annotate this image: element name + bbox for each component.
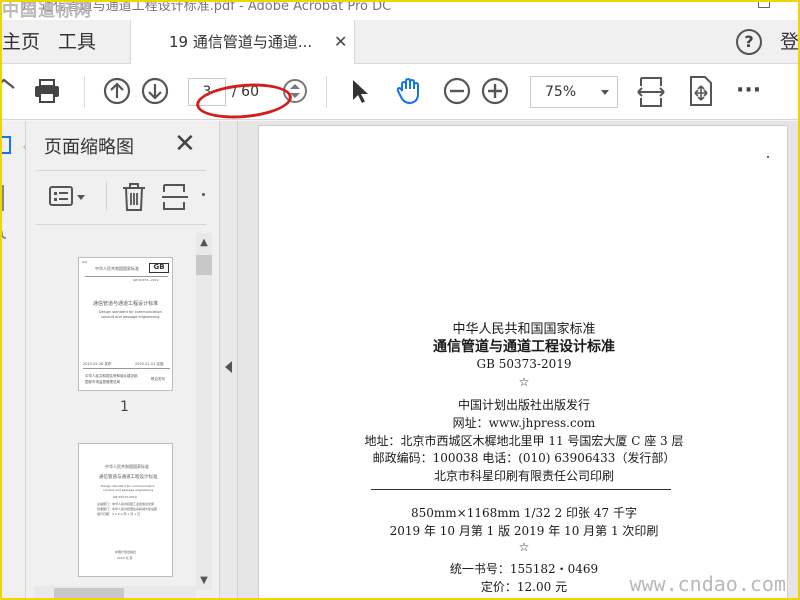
watermark-top: 中国道标网: [2, 1, 92, 21]
page-thumbnails-icon[interactable]: [0, 133, 14, 157]
page-thumbnail-1[interactable]: ICS 中华人民共和国国家标准 GB GB 50373—2019 通信管道与通道…: [78, 257, 173, 391]
star-icon: ☆: [518, 540, 530, 554]
thumb-text: 中国计划出版社: [115, 550, 137, 554]
toolbar-separator: [106, 181, 107, 211]
extract-page-icon[interactable]: [160, 181, 190, 213]
full-screen-icon[interactable]: [686, 74, 716, 110]
thumb-text: 中华人民共和国国家标准: [105, 464, 149, 469]
thumb-text: 中华人民共和国国家标准: [95, 266, 139, 271]
thumb-text: 中华人民共和国住房和城乡建设部: [85, 374, 138, 378]
thumb-text: ICS: [82, 260, 87, 264]
collapse-panel-handle[interactable]: [220, 121, 238, 600]
toolbar: 3 / 60 75% ···: [0, 64, 800, 120]
login-button[interactable]: 登: [780, 20, 799, 64]
thumb-text: Design standard for communication: [99, 310, 162, 314]
page-thumbnail-1-number: 1: [120, 399, 129, 415]
thumb-text: 通信管道与通道工程设计标准: [93, 301, 159, 307]
scroll-up-icon[interactable]: ▲: [196, 235, 212, 251]
divider: [36, 170, 206, 171]
doc-format: 850mm×1168mm 1/32 2 印张 47 千字: [411, 506, 637, 520]
thumb-text: 2019 北 京: [117, 556, 133, 560]
chevron-down-icon: [601, 90, 609, 95]
thumb-text: 2019-05-28 发布: [83, 362, 112, 366]
doc-standard-type: 中华人民共和国国家标准: [452, 322, 596, 337]
doc-rule: [371, 489, 671, 490]
star-icon: ☆: [518, 375, 530, 389]
page-thumbnail-2[interactable]: 中华人民共和国国家标准 通信管道与通道工程设计标准 Design standar…: [78, 443, 173, 577]
save-icon[interactable]: [0, 76, 20, 106]
scroll-down-icon[interactable]: ▼: [196, 573, 212, 589]
tab-tools[interactable]: 工具: [58, 20, 96, 64]
previous-page-icon[interactable]: [102, 76, 132, 106]
thumb-text: 通信管道与通道工程设计标准: [99, 475, 158, 480]
toolbar-separator: [84, 76, 85, 108]
zoom-select[interactable]: 75%: [530, 76, 618, 108]
thumb-text: 2020-01-01 实施: [135, 362, 164, 366]
thumb-text: 批准部门：中华人民共和国住房和城乡建设部: [97, 507, 158, 511]
more-options-icon[interactable]: ···: [736, 76, 761, 106]
document-viewport[interactable]: 中华人民共和国国家标准 通信管道与通道工程设计标准 GB 50373-2019 …: [238, 121, 800, 600]
document-page: 中华人民共和国国家标准 通信管道与通道工程设计标准 GB 50373-2019 …: [258, 125, 788, 600]
fit-page-icon[interactable]: [636, 74, 666, 110]
thumb-text: GB 50373-2019: [113, 495, 137, 499]
bookmark-icon[interactable]: [2, 185, 4, 211]
collapse-arrow-icon: [225, 361, 232, 373]
thumb-rule: [85, 276, 168, 277]
divider: [36, 224, 206, 225]
minimize-icon[interactable]: [758, 0, 770, 8]
thumb-text: GB 50373—2019: [133, 278, 159, 282]
attachment-icon[interactable]: [0, 225, 10, 241]
doc-title: 通信管道与通道工程设计标准: [433, 339, 615, 355]
tab-home[interactable]: 主页: [0, 20, 40, 64]
thumb-text: 主编部门：中华人民共和国工业和信息化部: [97, 502, 155, 506]
delete-page-icon[interactable]: [120, 181, 148, 213]
thumb-rule: [83, 368, 170, 369]
horizontal-scrollbar-thumb[interactable]: [54, 588, 124, 598]
page-mark: [767, 156, 769, 158]
watermark-bottom: www.cndao.com: [629, 572, 786, 596]
options-menu-icon[interactable]: [48, 183, 88, 211]
thumb-text: 国家市场监督管理总局: [85, 380, 120, 384]
thumbnails-list: ICS 中华人民共和国国家标准 GB GB 50373—2019 通信管道与通道…: [34, 233, 212, 600]
thumbnails-scrollbar[interactable]: [196, 233, 212, 590]
thumb-text: conduit and passage engineering: [103, 488, 154, 492]
thumb-text: 联合发布: [151, 377, 165, 381]
doc-code: GB 50373-2019: [476, 357, 572, 371]
doc-postcode-phone: 邮政编码：100038 电话：(010) 63906433（发行部）: [372, 451, 676, 465]
doc-publisher: 中国计划出版社出版发行: [457, 398, 590, 412]
document-tab-label: 19 通信管道与通道...: [169, 33, 313, 51]
doc-address: 地址：北京市西城区木樨地北里甲 11 号国宏大厦 C 座 3 层: [364, 434, 684, 448]
close-tab-icon[interactable]: ✕: [334, 20, 347, 64]
overflow-dot-icon[interactable]: [202, 193, 205, 196]
page-thumbnails-panel: 页面缩略图 ✕ ICS 中华人民共和国国家标准 GB GB 50373—2019…: [26, 121, 220, 600]
zoom-in-icon[interactable]: [480, 76, 510, 106]
scrollbar-thumb[interactable]: [196, 255, 212, 275]
next-page-icon[interactable]: [140, 76, 170, 106]
navigation-strip: [0, 121, 32, 600]
menu-tab-bar: 主页 工具 19 通信管道与通道... ✕ ? 登: [0, 20, 800, 64]
title-bar: 19 通信管道与通道工程设计标准.pdf - Adobe Acrobat Pro…: [0, 0, 800, 20]
print-icon[interactable]: [32, 76, 62, 106]
thumb-text: 施行日期：2 0 2 0 年 1 月 1 日: [97, 512, 141, 516]
zoom-out-icon[interactable]: [442, 76, 472, 106]
zoom-value: 75%: [545, 84, 577, 100]
close-panel-icon[interactable]: ✕: [174, 131, 196, 157]
doc-printer: 北京市科星印刷有限责任公司印刷: [433, 469, 614, 483]
help-icon[interactable]: ?: [736, 29, 762, 55]
toolbar-separator: [326, 76, 327, 108]
hand-tool-icon[interactable]: [394, 76, 424, 106]
doc-website: 网址：www.jhpress.com: [452, 416, 596, 430]
panel-title: 页面缩略图: [44, 137, 134, 158]
doc-edition: 2019 年 10 月第 1 版 2019 年 10 月第 1 次印刷: [389, 524, 659, 538]
select-cursor-icon[interactable]: [344, 76, 374, 106]
thumb-text: conduit and passage engineering: [101, 315, 160, 319]
gb-logo: GB: [149, 263, 169, 273]
tab-document[interactable]: 19 通信管道与通道... ✕: [130, 20, 355, 64]
